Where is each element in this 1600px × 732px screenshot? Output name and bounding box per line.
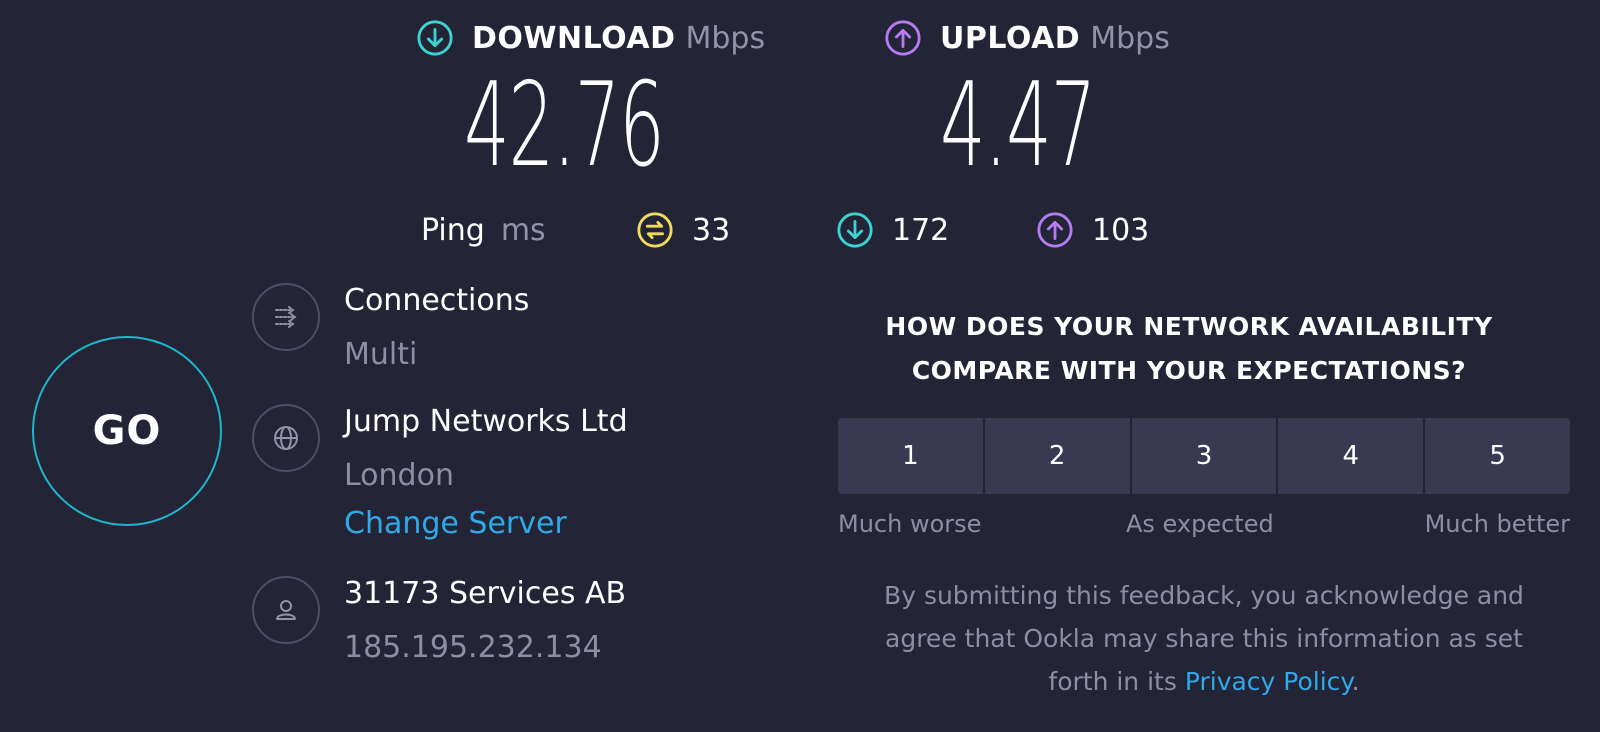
go-button-label: GO (92, 408, 162, 454)
connections-title: Connections (344, 283, 530, 318)
go-button[interactable]: GO (32, 336, 222, 526)
privacy-policy-link[interactable]: Privacy Policy (1185, 667, 1352, 696)
upload-result: UPLOAD Mbps 4.47 (884, 16, 1190, 184)
download-value: 42.76 (464, 58, 665, 193)
connections-value: Multi (344, 337, 418, 372)
connections-icon (275, 306, 297, 328)
ping-download-value: 172 (892, 212, 950, 248)
download-result: DOWNLOAD Mbps 42.76 (416, 16, 786, 184)
rating-label-much-worse: Much worse (838, 510, 982, 538)
connections-icon-circle[interactable] (252, 283, 320, 351)
disclaimer-line3: forth in its Privacy Policy. (838, 660, 1570, 703)
upload-unit: Mbps (1090, 20, 1170, 56)
upload-value: 4.47 (940, 58, 1096, 193)
ping-download-icon (837, 212, 873, 248)
rating-button-5[interactable]: 5 (1425, 418, 1570, 494)
ping-download[interactable]: 172 (836, 211, 949, 249)
server-name: Jump Networks Ltd (344, 404, 628, 439)
speedtest-results-page: DOWNLOAD Mbps 42.76 UPLOAD Mbps 4.47 Pin… (0, 0, 1600, 732)
rating-label-as-expected: As expected (1126, 510, 1274, 538)
ping-row: Ping ms 33 172 103 (421, 207, 1149, 253)
upload-label: UPLOAD (940, 20, 1081, 56)
rating-label-much-better: Much better (1424, 510, 1570, 538)
survey-question: HOW DOES YOUR NETWORK AVAILABILITY COMPA… (836, 305, 1542, 393)
upload-arrow-icon (885, 20, 921, 56)
change-server-link[interactable]: Change Server (344, 506, 628, 542)
upload-header: UPLOAD Mbps (884, 16, 1190, 60)
download-header: DOWNLOAD Mbps (416, 16, 786, 60)
user-icon (276, 600, 296, 620)
user-icon-circle (252, 576, 320, 644)
download-unit: Mbps (685, 20, 766, 56)
ping-upload[interactable]: 103 (1036, 211, 1149, 249)
ping-idle-icon (637, 212, 673, 248)
ping-idle[interactable]: 33 (636, 211, 730, 249)
disclaimer-line1: By submitting this feedback, you acknowl… (884, 581, 1524, 610)
rating-button-1[interactable]: 1 (838, 418, 985, 494)
ping-upload-icon (1037, 212, 1073, 248)
ping-upload-value: 103 (1092, 212, 1150, 248)
ping-label: Ping (421, 212, 485, 248)
globe-icon (274, 426, 298, 450)
rating-button-4[interactable]: 4 (1278, 418, 1426, 494)
rating-button-3[interactable]: 3 (1131, 418, 1279, 494)
ping-idle-value: 33 (692, 212, 731, 248)
rating-scale: 1 2 3 4 5 (838, 418, 1570, 494)
survey-question-line1: HOW DOES YOUR NETWORK AVAILABILITY (885, 312, 1493, 341)
provider-name: 31173 Services AB (344, 576, 627, 611)
globe-icon-circle (252, 404, 320, 472)
disclaimer-suffix: . (1351, 667, 1360, 696)
ping-unit: ms (500, 212, 546, 248)
disclaimer-line2: agree that Ookla may share this informat… (885, 624, 1523, 653)
download-label: DOWNLOAD (472, 20, 676, 56)
download-arrow-icon (417, 20, 453, 56)
feedback-disclaimer: By submitting this feedback, you acknowl… (838, 574, 1570, 703)
disclaimer-line3-prefix: forth in its (1048, 667, 1185, 696)
server-location: London (344, 458, 454, 493)
rating-button-2[interactable]: 2 (984, 418, 1132, 494)
provider-ip: 185.195.232.134 (344, 630, 602, 665)
survey-question-line2: COMPARE WITH YOUR EXPECTATIONS? (911, 356, 1467, 385)
